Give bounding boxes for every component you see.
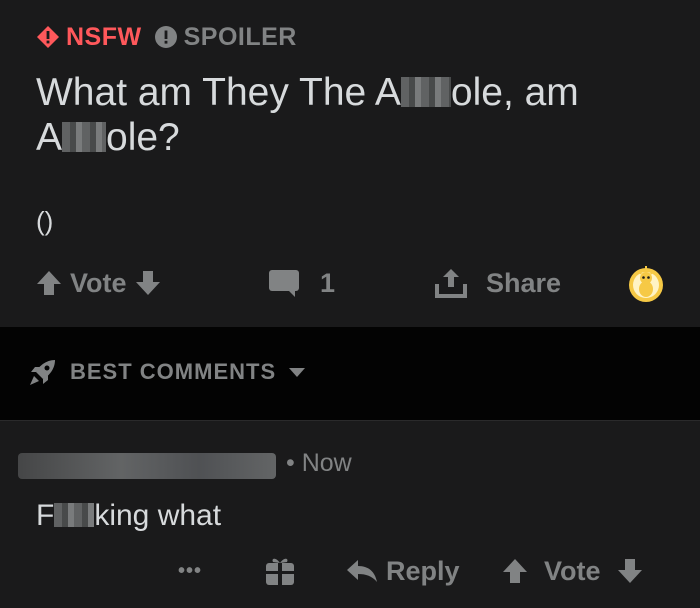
spoiler-alert-icon [154, 26, 177, 48]
reply-icon [347, 560, 377, 582]
comment-actions: ••• Reply Vote [0, 551, 700, 591]
award-icon[interactable] [626, 264, 666, 304]
more-dots-icon: ••• [178, 559, 203, 582]
nsfw-tag: NSFW [36, 23, 142, 52]
rocket-icon [30, 360, 55, 385]
reply-label: Reply [386, 555, 460, 586]
post-actions: Vote 1 Share [0, 260, 700, 306]
downvote-icon[interactable] [135, 269, 161, 297]
comment[interactable]: • Now Fking what ••• Reply Vote [0, 420, 700, 608]
censor-blur [62, 122, 107, 152]
upvote-icon[interactable] [36, 269, 62, 297]
more-options-button[interactable]: ••• [178, 551, 202, 591]
vote-label: Vote [70, 267, 127, 298]
comment-count: 1 [320, 267, 336, 298]
comments-button[interactable]: 1 [268, 260, 335, 306]
post-card[interactable]: NSFW SPOILER What am They The A ole, am Ao… [0, 0, 700, 327]
censor-blur [54, 503, 95, 527]
share-icon [435, 269, 467, 298]
vote-group: Vote [36, 260, 161, 306]
comment-text-part-2: king what [94, 499, 222, 532]
award-button[interactable] [264, 551, 296, 591]
spoiler-tag: SPOILER [154, 23, 297, 52]
comment-timestamp: • Now [286, 449, 352, 477]
post-body: () [36, 206, 54, 236]
comment-body: Fking what [36, 499, 221, 533]
comment-bubble-icon [269, 270, 299, 297]
post-tags: NSFW SPOILER [36, 20, 297, 54]
comment-vote-group: Vote [502, 551, 643, 591]
reply-button[interactable]: Reply [346, 551, 460, 591]
comment-text-part-1: F [36, 499, 55, 532]
title-part-2: ole, am [450, 71, 579, 114]
author-name-blurred[interactable] [18, 453, 276, 479]
censor-blur [400, 77, 451, 107]
share-button[interactable]: Share [434, 260, 561, 306]
nsfw-diamond-icon [37, 26, 59, 48]
title-part-1: What am They The A [36, 71, 401, 114]
upvote-icon[interactable] [502, 557, 528, 585]
downvote-icon[interactable] [617, 557, 643, 585]
gift-icon [266, 558, 294, 585]
title-part-3: A [36, 116, 63, 159]
comment-vote-label: Vote [544, 555, 601, 586]
sort-dropdown[interactable]: BEST COMMENTS [28, 357, 306, 387]
spoiler-label: SPOILER [183, 22, 297, 51]
sort-label: BEST COMMENTS [70, 359, 277, 384]
caret-down-icon [289, 368, 306, 377]
share-label: Share [486, 267, 562, 298]
title-part-4: ole? [106, 116, 180, 159]
post-title[interactable]: What am They The A ole, am Aole? [36, 70, 676, 160]
nsfw-label: NSFW [66, 22, 142, 51]
